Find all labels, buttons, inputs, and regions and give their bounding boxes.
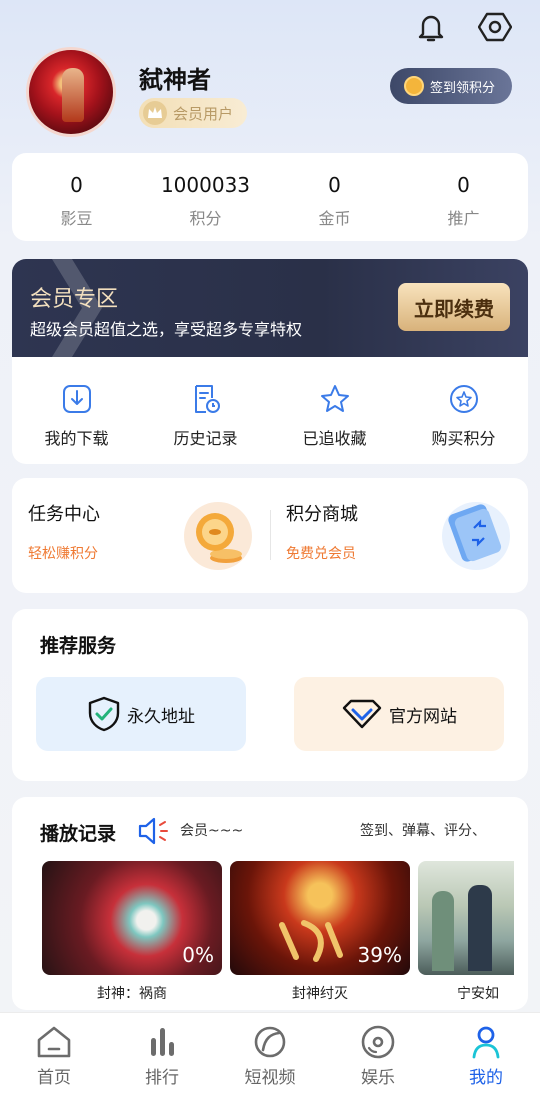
tab-label: 短视频 [244, 1068, 296, 1088]
recommend-title: 推荐服务 [40, 635, 117, 657]
member-badge: 会员用户 [139, 98, 247, 128]
history-progress: 0% [182, 943, 214, 967]
username: 弑神者 [139, 66, 211, 94]
exchange-card-icon [442, 502, 510, 570]
rank-icon [151, 1028, 174, 1056]
crown-icon [143, 101, 167, 125]
official-site-label: 官方网站 [389, 706, 457, 727]
tab-home[interactable]: 首页 [0, 1013, 108, 1094]
history-item-title[interactable]: 封神：祸商 [42, 983, 222, 1003]
permanent-url-button[interactable]: 永久地址 [36, 677, 246, 751]
shield-check-icon [88, 696, 120, 732]
quick-label: 历史记录 [173, 429, 238, 448]
quick-favorites[interactable]: 已追收藏 [270, 357, 399, 464]
tab-short-video[interactable]: 短视频 [216, 1013, 324, 1094]
stat-promote[interactable]: 0 推广 [399, 153, 528, 241]
history-item-poster[interactable]: 0% [42, 861, 222, 975]
renew-button[interactable]: 立即续费 [398, 283, 510, 331]
tab-ranking[interactable]: 排行 [108, 1013, 216, 1094]
quick-buy-points[interactable]: 购买积分 [399, 357, 528, 464]
history-progress: 39% [357, 943, 402, 967]
stat-label: 影豆 [60, 209, 93, 228]
tab-label: 首页 [37, 1068, 71, 1088]
permanent-url-label: 永久地址 [127, 706, 195, 727]
stat-value: 1000033 [160, 173, 251, 197]
checkin-button[interactable]: 签到领积分 [390, 68, 512, 104]
divider [270, 510, 271, 560]
vip-subtitle: 超级会员超值之选，享受超多专享特权 [30, 320, 303, 339]
diamond-icon [342, 699, 382, 729]
quick-label: 购买积分 [431, 429, 496, 448]
stat-points[interactable]: 1000033 积分 [141, 153, 270, 241]
vip-banner[interactable]: 会员专区 超级会员超值之选，享受超多专享特权 立即续费 [12, 259, 528, 357]
home-icon [37, 1026, 71, 1058]
task-center-title: 任务中心 [28, 504, 100, 525]
download-icon [62, 385, 91, 413]
speaker-icon [138, 817, 168, 845]
history-item-title[interactable]: 宁安如 [418, 983, 528, 1003]
checkin-button-label: 签到领积分 [430, 80, 496, 96]
profile-icon [472, 1026, 500, 1059]
bottom-tab-bar: 首页 排行 短视频 娱乐 我的 [0, 1012, 540, 1094]
points-mall-title: 积分商城 [286, 504, 358, 525]
stat-value: 0 [457, 173, 470, 197]
history-item-poster[interactable] [418, 861, 514, 975]
notice-marquee: 会员~~~ [180, 823, 244, 839]
quick-label: 已追收藏 [302, 429, 367, 448]
buy-points-icon [449, 385, 478, 413]
stat-label: 推广 [447, 209, 480, 228]
quick-label: 我的下载 [44, 429, 109, 448]
task-center-subtitle: 轻松赚积分 [28, 546, 98, 562]
tab-label: 排行 [145, 1068, 179, 1088]
avatar[interactable] [26, 47, 116, 137]
settings-icon[interactable] [478, 10, 512, 44]
stat-label: 金币 [318, 209, 351, 228]
quick-history[interactable]: 历史记录 [141, 357, 270, 464]
stat-label: 积分 [189, 209, 222, 228]
points-mall-subtitle: 免费兑会员 [286, 546, 356, 562]
recommend-card: 推荐服务 永久地址 官方网站 [12, 609, 528, 781]
feature-tags: 签到、弹幕、评分、 [360, 823, 486, 839]
vip-title: 会员专区 [30, 287, 119, 312]
play-history-card: 播放记录 会员~~~ 签到、弹幕、评分、 0% 封神：祸商 39% 封神纣灭 宁… [12, 797, 528, 1010]
quick-actions: 我的下载 历史记录 已追收藏 购买积分 [12, 357, 528, 464]
stats-card: 0 影豆 1000033 积分 0 金币 0 推广 [12, 153, 528, 241]
poster-calligraphy [279, 920, 343, 962]
stat-beans[interactable]: 0 影豆 [12, 153, 141, 241]
short-video-icon [254, 1026, 286, 1058]
entertainment-icon [361, 1025, 395, 1059]
quick-download[interactable]: 我的下载 [12, 357, 141, 464]
stat-value: 0 [70, 173, 83, 197]
bell-icon[interactable] [414, 10, 448, 44]
history-title: 播放记录 [40, 823, 117, 845]
stat-gold[interactable]: 0 金币 [270, 153, 399, 241]
coin-stack-icon [184, 502, 252, 570]
history-item-poster[interactable]: 39% [230, 861, 410, 975]
coin-icon [404, 76, 424, 96]
official-site-button[interactable]: 官方网站 [294, 677, 504, 751]
tab-label: 我的 [469, 1068, 503, 1088]
tab-profile[interactable]: 我的 [432, 1013, 540, 1094]
star-icon [320, 385, 349, 412]
tab-entertainment[interactable]: 娱乐 [324, 1013, 432, 1094]
history-icon [194, 385, 220, 413]
tasks-card: 任务中心 轻松赚积分 积分商城 免费兑会员 [12, 478, 528, 593]
stat-value: 0 [328, 173, 341, 197]
member-badge-label: 会员用户 [173, 104, 234, 123]
history-item-title[interactable]: 封神纣灭 [230, 983, 410, 1003]
tab-label: 娱乐 [361, 1068, 395, 1088]
